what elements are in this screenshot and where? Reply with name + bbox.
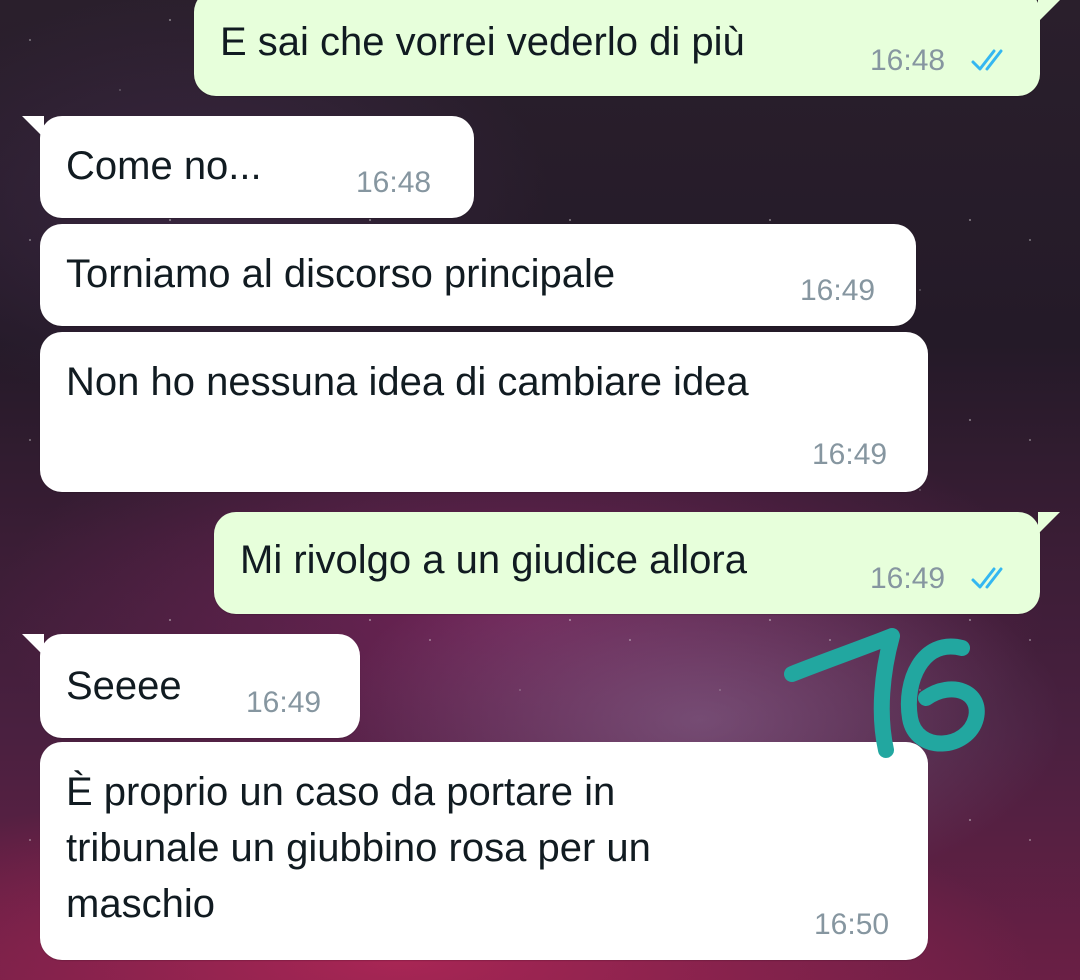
bubble-tail <box>22 116 44 138</box>
incoming-message-bubble[interactable]: È proprio un caso da portare in tribunal… <box>40 742 928 960</box>
handwritten-number-annotation <box>784 628 985 758</box>
message-timestamp: 16:48 <box>870 44 946 77</box>
message-timestamp: 16:49 <box>812 438 888 471</box>
message-text: Come no... <box>66 144 262 188</box>
incoming-message-bubble[interactable]: Come no... 16:48 <box>22 116 474 218</box>
bubble-tail <box>22 634 44 656</box>
incoming-message-bubble[interactable]: Seeee 16:49 <box>22 634 360 738</box>
message-text: Torniamo al discorso principale <box>66 252 616 296</box>
bubble-tail <box>1038 0 1060 22</box>
read-double-check-icon <box>971 49 1003 71</box>
message-text-line: tribunale un giubbino rosa per un <box>66 826 651 870</box>
outgoing-message-bubble[interactable]: Mi rivolgo a un giudice allora 16:49 <box>214 512 1060 614</box>
message-timestamp: 16:49 <box>246 686 322 719</box>
message-text: Seeee <box>66 664 182 708</box>
bubble-tail <box>1038 512 1060 534</box>
read-double-check-icon <box>971 567 1003 589</box>
message-timestamp: 16:48 <box>356 166 432 199</box>
incoming-message-bubble[interactable]: Non ho nessuna idea di cambiare idea 16:… <box>40 332 928 492</box>
message-text: E sai che vorrei vederlo di più <box>220 20 745 64</box>
message-text-line: maschio <box>66 882 215 926</box>
message-timestamp: 16:49 <box>870 562 946 595</box>
message-timestamp: 16:50 <box>814 908 890 941</box>
message-text: Non ho nessuna idea di cambiare idea <box>66 360 749 404</box>
incoming-message-bubble[interactable]: Torniamo al discorso principale 16:49 <box>40 224 916 326</box>
message-text-line: È proprio un caso da portare in <box>66 770 616 814</box>
outgoing-message-bubble[interactable]: E sai che vorrei vederlo di più 16:48 <box>194 0 1060 96</box>
message-text: Mi rivolgo a un giudice allora <box>240 538 747 582</box>
message-timestamp: 16:49 <box>800 274 876 307</box>
